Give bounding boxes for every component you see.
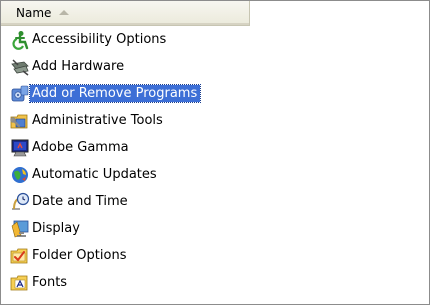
list-item-label: Add Hardware [32,59,125,74]
list-item-automatic-updates[interactable]: Automatic Updates [1,161,429,188]
list-item-administrative-tools[interactable]: Administrative Tools [1,107,429,134]
control-panel-list-view: Name Accessibility Options Add Hardware [0,0,430,305]
list-item-date-and-time[interactable]: Date and Time [1,188,429,215]
list-item-label: Adobe Gamma [32,140,129,155]
list-item-label: Folder Options [32,248,127,263]
monitor-icon [11,139,29,157]
accessibility-icon [12,31,29,50]
column-header-name[interactable]: Name [1,1,250,26]
list-item-label: Automatic Updates [32,167,157,182]
add-remove-programs-icon [11,85,29,102]
administrative-tools-icon [10,114,28,129]
list-item-fonts[interactable]: Fonts [1,269,429,296]
list-item-accessibility-options[interactable]: Accessibility Options [1,26,429,53]
column-header-label: Name [16,6,52,20]
list-item-label: Administrative Tools [32,113,163,128]
list-item-label: Fonts [32,275,68,290]
list-item-add-or-remove-programs[interactable]: Add or Remove Programs [1,80,429,107]
list-item-label: Add or Remove Programs [28,84,202,103]
list-item-add-hardware[interactable]: Add Hardware [1,53,429,80]
fonts-folder-icon [10,275,28,291]
item-list: Accessibility Options Add Hardware Add o… [1,26,429,296]
list-item-label: Date and Time [32,194,128,209]
sort-ascending-icon [59,10,69,15]
clock-icon [12,192,30,210]
list-item-label: Accessibility Options [32,32,167,47]
list-item-display[interactable]: Display [1,215,429,242]
display-icon [11,220,29,238]
add-hardware-icon [11,59,29,76]
folder-options-icon [10,248,28,264]
list-item-label: Display [32,221,80,236]
list-item-adobe-gamma[interactable]: Adobe Gamma [1,134,429,161]
globe-icon [12,167,28,183]
list-item-folder-options[interactable]: Folder Options [1,242,429,269]
